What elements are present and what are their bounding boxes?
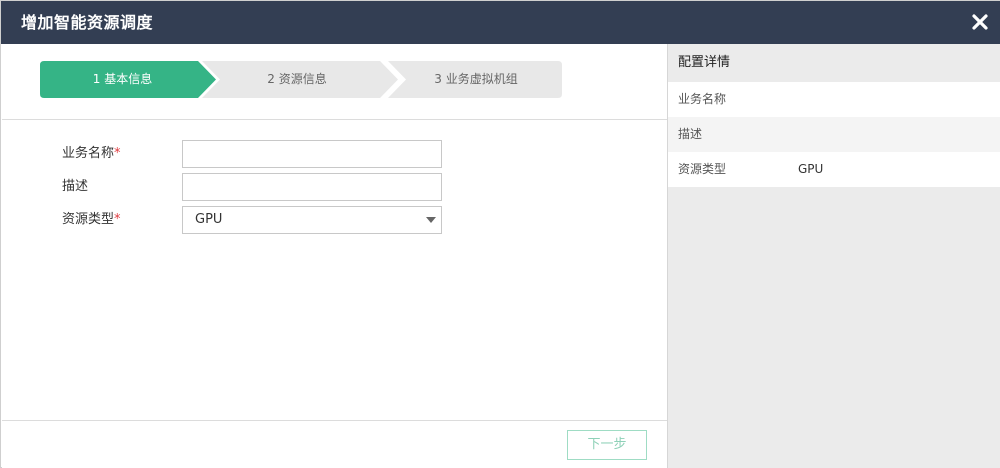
- desc-input[interactable]: [182, 173, 442, 201]
- dialog: 增加智能资源调度 1 基本信息 2 资源信息 3 业务虚拟机组 业务名称* 描述: [0, 0, 1000, 468]
- step-vm-group[interactable]: 3 业务虚拟机组: [390, 61, 562, 98]
- next-button[interactable]: 下一步: [567, 430, 647, 460]
- dialog-title: 增加智能资源调度: [21, 13, 154, 32]
- dialog-titlebar: 增加智能资源调度: [1, 1, 1000, 44]
- divider: [2, 119, 667, 120]
- divider: [2, 420, 667, 421]
- name-input[interactable]: [182, 140, 442, 168]
- required-mark: *: [114, 146, 121, 161]
- type-label: 资源类型*: [62, 212, 121, 227]
- detail-key: 资源类型: [678, 162, 727, 176]
- detail-row: 资源类型 GPU: [668, 152, 1000, 187]
- detail-key: 描述: [678, 127, 703, 141]
- detail-row: 业务名称: [668, 82, 1000, 117]
- details-title: 配置详情: [678, 55, 731, 70]
- desc-label: 描述: [62, 179, 89, 194]
- detail-value: GPU: [798, 162, 824, 176]
- step-basic-info[interactable]: 1 基本信息: [40, 61, 205, 98]
- details-panel: 配置详情 业务名称 描述 资源类型 GPU: [667, 44, 1000, 468]
- detail-key: 业务名称: [678, 92, 727, 106]
- step-resource-info[interactable]: 2 资源信息: [212, 61, 382, 98]
- wizard-steps: 1 基本信息 2 资源信息 3 业务虚拟机组: [40, 61, 562, 98]
- name-label: 业务名称*: [62, 146, 121, 161]
- type-select-value: GPU: [195, 212, 223, 227]
- details-header: 配置详情: [668, 44, 1000, 82]
- main-panel: 1 基本信息 2 资源信息 3 业务虚拟机组 业务名称* 描述 资源类型* GP…: [2, 44, 667, 468]
- detail-row: 描述: [668, 117, 1000, 152]
- type-select[interactable]: GPU: [182, 206, 442, 234]
- required-mark: *: [114, 212, 121, 227]
- chevron-down-icon: [426, 217, 436, 223]
- close-icon[interactable]: [969, 11, 991, 33]
